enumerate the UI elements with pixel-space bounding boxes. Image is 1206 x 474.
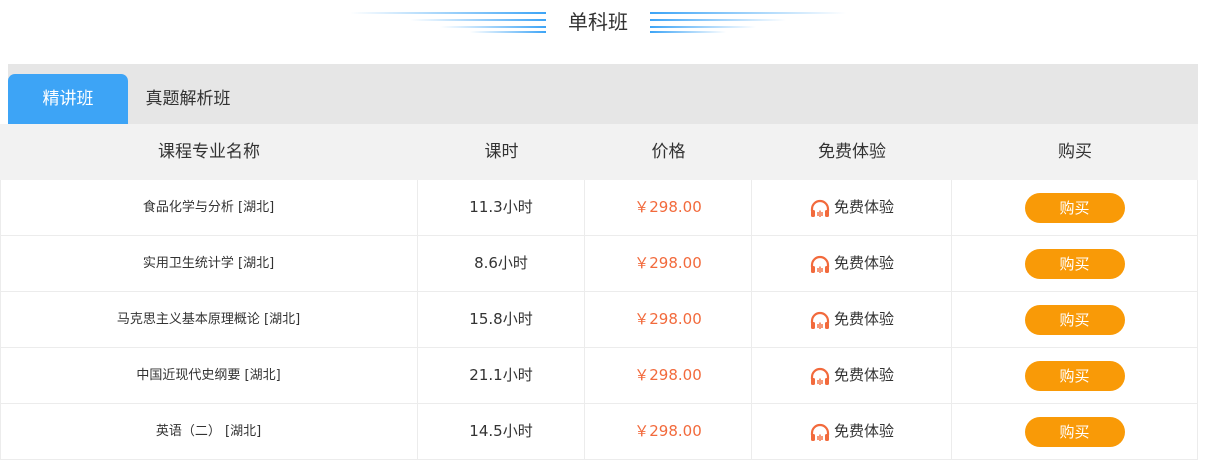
free-trial-link[interactable]: 免费体验 <box>752 180 952 235</box>
free-trial-link[interactable]: 免费体验 <box>752 348 952 403</box>
buy-cell: 购买 <box>952 180 1198 235</box>
course-name: 中国近现代史纲要 [湖北] <box>0 348 418 403</box>
free-trial-label: 免费体验 <box>833 366 894 384</box>
course-name: 马克思主义基本原理概论 [湖北] <box>0 292 418 347</box>
table-row: 马克思主义基本原理概论 [湖北] 15.8小时 ￥298.00 免费体验 购买 <box>0 292 1198 348</box>
course-price: ￥298.00 <box>585 348 752 403</box>
title-decoration-left <box>350 12 546 33</box>
course-hours: 11.3小时 <box>418 180 585 235</box>
course-table-body: 食品化学与分析 [湖北] 11.3小时 ￥298.00 免费体验 购买 实用卫生… <box>0 180 1198 460</box>
free-trial-link[interactable]: 免费体验 <box>752 292 952 347</box>
buy-button[interactable]: 购买 <box>1024 193 1125 223</box>
headphone-icon <box>810 367 830 385</box>
course-name: 英语（二） [湖北] <box>0 404 418 459</box>
buy-button[interactable]: 购买 <box>1024 361 1125 391</box>
free-trial-link[interactable]: 免费体验 <box>752 404 952 459</box>
course-hours: 14.5小时 <box>418 404 585 459</box>
course-price: ￥298.00 <box>585 404 752 459</box>
header-buy: 购买 <box>1058 142 1092 162</box>
table-header: 课程专业名称 课时 价格 免费体验 购买 <box>0 124 1198 180</box>
header-hours: 课时 <box>484 142 519 162</box>
free-trial-label: 免费体验 <box>833 198 894 216</box>
buy-cell: 购买 <box>952 348 1198 403</box>
buy-button[interactable]: 购买 <box>1024 305 1125 335</box>
course-hours: 21.1小时 <box>418 348 585 403</box>
headphone-icon <box>810 423 830 441</box>
course-hours: 15.8小时 <box>418 292 585 347</box>
header-price: 价格 <box>651 142 686 162</box>
table-row: 英语（二） [湖北] 14.5小时 ￥298.00 免费体验 购买 <box>0 404 1198 460</box>
free-trial-label: 免费体验 <box>833 422 894 440</box>
header-course-name: 课程专业名称 <box>158 142 260 162</box>
buy-cell: 购买 <box>952 404 1198 459</box>
section-title: 单科班 <box>568 10 628 34</box>
course-hours: 8.6小时 <box>418 236 585 291</box>
buy-cell: 购买 <box>952 236 1198 291</box>
course-name: 实用卫生统计学 [湖北] <box>0 236 418 291</box>
table-row: 实用卫生统计学 [湖北] 8.6小时 ￥298.00 免费体验 购买 <box>0 236 1198 292</box>
course-name: 食品化学与分析 [湖北] <box>0 180 418 235</box>
header-free-trial: 免费体验 <box>818 142 886 162</box>
tab-zhenti-jiexi[interactable]: 真题解析班 <box>128 74 248 124</box>
class-type-tabs: 精讲班 真题解析班 <box>8 64 1198 124</box>
headphone-icon <box>810 311 830 329</box>
free-trial-label: 免费体验 <box>833 254 894 272</box>
table-row: 中国近现代史纲要 [湖北] 21.1小时 ￥298.00 免费体验 购买 <box>0 348 1198 404</box>
table-row: 食品化学与分析 [湖北] 11.3小时 ￥298.00 免费体验 购买 <box>0 180 1198 236</box>
free-trial-link[interactable]: 免费体验 <box>752 236 952 291</box>
title-decoration-right <box>650 12 846 33</box>
buy-cell: 购买 <box>952 292 1198 347</box>
buy-button[interactable]: 购买 <box>1024 249 1125 279</box>
course-price: ￥298.00 <box>585 292 752 347</box>
tab-jingjiang[interactable]: 精讲班 <box>8 74 128 124</box>
course-price: ￥298.00 <box>585 180 752 235</box>
headphone-icon <box>810 255 830 273</box>
free-trial-label: 免费体验 <box>833 310 894 328</box>
course-price: ￥298.00 <box>585 236 752 291</box>
headphone-icon <box>810 199 830 217</box>
buy-button[interactable]: 购买 <box>1024 417 1125 447</box>
section-header: 单科班 <box>0 0 1206 46</box>
